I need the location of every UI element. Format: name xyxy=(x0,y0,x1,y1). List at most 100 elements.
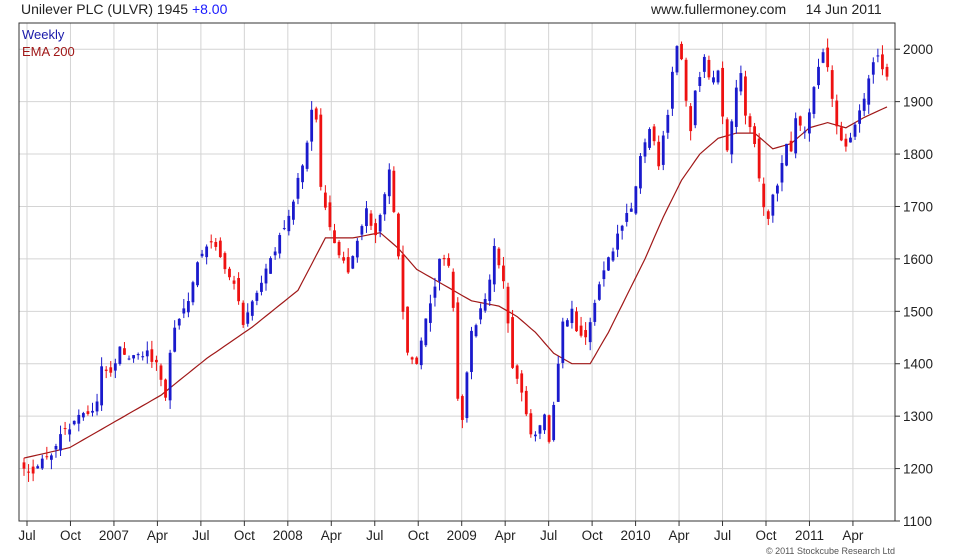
candle-body xyxy=(141,356,145,358)
candle-body xyxy=(255,292,259,301)
candle-body xyxy=(675,46,679,73)
candlesticks xyxy=(22,38,889,482)
candle-body xyxy=(31,466,35,474)
candle-body xyxy=(168,352,172,401)
candle-body xyxy=(205,246,209,258)
y-axis: 1100 1200 1300 1400 1500 1600 1700 1800 1900 2000 xyxy=(895,42,933,529)
candle-body xyxy=(753,126,756,145)
x-axis: Jul Oct 2007 Apr Jul Oct 2008 Apr Jul Oct 2009 Apr J… xyxy=(18,521,864,543)
x-tick-label: Jul xyxy=(18,528,35,543)
candle-body xyxy=(397,213,400,257)
y-tick-label: 1500 xyxy=(903,304,933,319)
candle-body xyxy=(716,70,720,83)
x-tick-label: Apr xyxy=(669,528,691,543)
candle-body xyxy=(625,213,629,222)
candle-body xyxy=(771,194,775,216)
candle-body xyxy=(684,59,688,101)
y-tick-label: 1200 xyxy=(903,462,933,477)
candle-body xyxy=(378,214,382,232)
candle-body xyxy=(456,302,460,399)
candle-body xyxy=(68,429,72,435)
candle-body xyxy=(442,258,446,260)
candle-body xyxy=(305,142,309,169)
candle-body xyxy=(369,213,373,226)
y-tick-label: 2000 xyxy=(903,42,933,57)
candle-body xyxy=(49,455,53,460)
candle-body xyxy=(593,302,597,322)
candle-body xyxy=(186,301,190,313)
x-tick-label: Oct xyxy=(60,528,81,543)
candle-body xyxy=(830,70,834,99)
x-tick-label: Apr xyxy=(147,528,169,543)
x-tick-label: Jul xyxy=(366,528,383,543)
candle-body xyxy=(260,282,263,292)
candle-body xyxy=(575,311,578,332)
candle-body xyxy=(200,253,204,257)
candle-body xyxy=(543,414,546,431)
candle-body xyxy=(173,327,177,352)
candle-body xyxy=(314,108,318,120)
candle-body xyxy=(657,141,661,167)
candle-body xyxy=(374,223,377,236)
candle-body xyxy=(351,256,355,269)
candle-body xyxy=(483,299,487,311)
candle-body xyxy=(424,318,428,346)
y-tick-label: 1600 xyxy=(903,252,933,267)
candle-body xyxy=(876,55,880,57)
candle-body xyxy=(739,73,743,92)
candle-body xyxy=(757,138,761,179)
candle-body xyxy=(725,119,729,151)
candle-body xyxy=(415,357,419,364)
candle-body xyxy=(250,301,254,316)
candle-body xyxy=(246,312,250,324)
candle-body xyxy=(511,317,514,368)
candle-body xyxy=(22,462,26,469)
candle-body xyxy=(301,165,304,183)
y-tick-label: 1100 xyxy=(903,514,932,529)
candle-body xyxy=(218,240,222,258)
candle-body xyxy=(506,286,510,324)
candle-body xyxy=(460,396,464,420)
candle-body xyxy=(191,282,195,303)
candle-body xyxy=(670,71,674,109)
candle-body xyxy=(862,98,866,111)
y-tick-label: 1400 xyxy=(903,357,933,372)
candle-body xyxy=(310,109,314,142)
x-tick-label: 2011 xyxy=(795,528,824,543)
candle-body xyxy=(680,43,683,60)
candle-body xyxy=(333,230,336,244)
candle-body xyxy=(798,116,802,126)
candle-body xyxy=(616,233,619,250)
candle-body xyxy=(547,415,551,442)
candle-body xyxy=(552,404,556,441)
candle-body xyxy=(337,241,341,256)
candle-body xyxy=(470,330,473,372)
candle-body xyxy=(835,100,839,127)
candle-body xyxy=(419,340,423,366)
candle-body xyxy=(492,245,496,285)
candle-body xyxy=(534,434,537,437)
price-chart: 1100 1200 1300 1400 1500 1600 1700 1800 1900 2000… xyxy=(18,22,933,556)
candle-body xyxy=(465,372,469,419)
candle-body xyxy=(223,253,227,270)
candle-body xyxy=(59,434,62,451)
candle-body xyxy=(159,365,163,380)
legend-ema: EMA 200 xyxy=(22,44,75,59)
candle-body xyxy=(643,142,647,157)
candle-body xyxy=(113,363,117,371)
candle-body xyxy=(602,270,606,280)
candle-body xyxy=(155,359,158,363)
candle-body xyxy=(104,369,108,371)
x-tick-label: Apr xyxy=(321,528,343,543)
candle-body xyxy=(328,202,332,228)
candle-body xyxy=(744,76,747,116)
candle-body xyxy=(734,87,738,127)
candle-body xyxy=(839,127,843,141)
x-tick-label: 2010 xyxy=(621,528,651,543)
candle-body xyxy=(360,226,364,235)
candle-body xyxy=(36,466,40,469)
candle-body xyxy=(488,279,492,302)
candle-body xyxy=(365,208,368,227)
candle-body xyxy=(95,401,99,412)
candle-body xyxy=(196,262,199,286)
